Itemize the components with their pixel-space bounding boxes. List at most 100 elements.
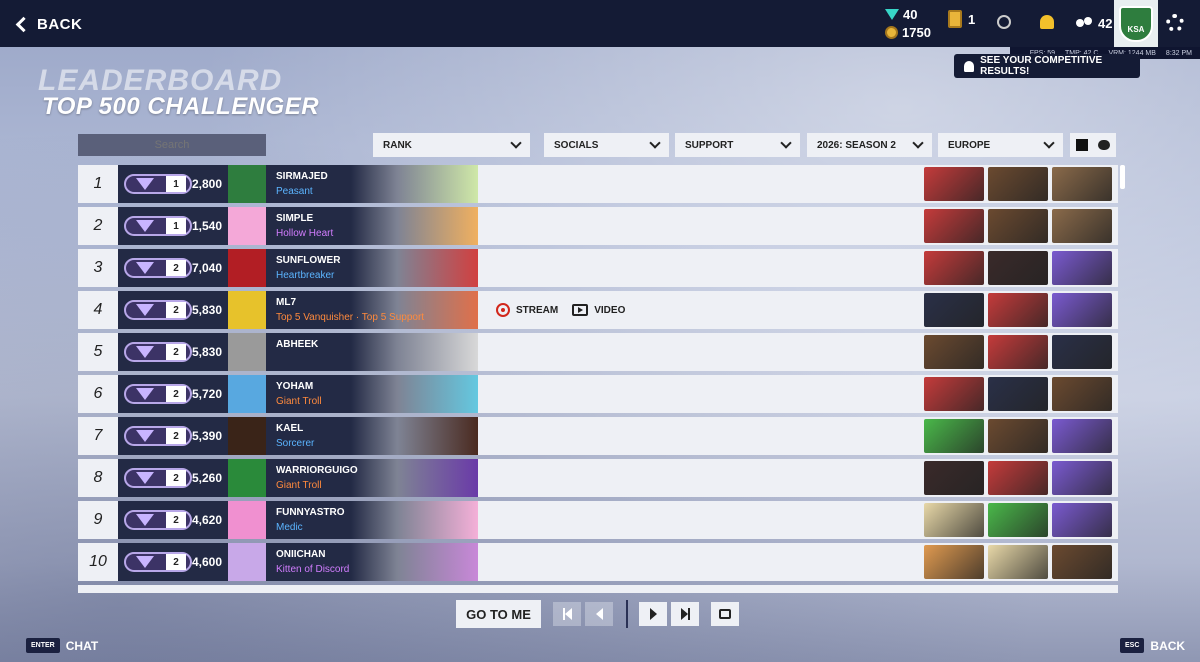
player-banner[interactable]: WARRIORGUIGO Giant Troll bbox=[266, 459, 478, 497]
skill-rating: 5,390 bbox=[191, 429, 222, 443]
coins: 1750 bbox=[885, 25, 931, 40]
chevron-down-icon bbox=[780, 137, 792, 149]
hero-portrait bbox=[924, 545, 984, 579]
table-row[interactable]: 5 2 5,830 ABHEEK bbox=[78, 333, 1118, 371]
tier-level: 2 bbox=[166, 260, 186, 276]
go-to-me-button[interactable]: GO TO ME bbox=[456, 600, 541, 628]
rank-badge: 2 bbox=[124, 384, 192, 404]
player-banner[interactable]: ONIICHAN Kitten of Discord bbox=[266, 543, 478, 581]
rank-badge: 2 bbox=[124, 510, 192, 530]
top-heroes bbox=[924, 503, 1112, 537]
page-subtitle: TOP 500 CHALLENGER bbox=[42, 93, 320, 120]
player-banner[interactable]: ML7 Top 5 Vanquisher · Top 5 Support bbox=[266, 291, 478, 329]
social-button[interactable]: 42 bbox=[1076, 16, 1112, 31]
video-label: VIDEO bbox=[594, 304, 626, 316]
rank-badge: 1 bbox=[124, 174, 192, 194]
rank-number: 4 bbox=[93, 301, 103, 318]
player-title: Sorcerer bbox=[276, 438, 315, 449]
tier-level: 2 bbox=[166, 554, 186, 570]
hero-portrait bbox=[1052, 293, 1112, 327]
back-hint[interactable]: ESC BACK bbox=[1120, 638, 1185, 653]
paw-icon bbox=[1098, 140, 1110, 150]
next-page-button[interactable] bbox=[639, 602, 667, 626]
first-page-button[interactable] bbox=[553, 602, 581, 626]
hero-portrait bbox=[988, 461, 1048, 495]
hero-portrait bbox=[924, 503, 984, 537]
region-dropdown[interactable]: EUROPE bbox=[938, 133, 1063, 157]
enter-key: ENTER bbox=[26, 638, 60, 653]
table-row[interactable]: 8 2 5,260 WARRIORGUIGO Giant Troll bbox=[78, 459, 1118, 497]
player-icon bbox=[228, 417, 266, 455]
tier-level: 1 bbox=[166, 218, 186, 234]
hero-portrait bbox=[1052, 335, 1112, 369]
player-icon bbox=[228, 543, 266, 581]
challenges-button[interactable] bbox=[997, 15, 1011, 29]
player-title: Hollow Heart bbox=[276, 228, 334, 239]
lootbox-count: 1 bbox=[968, 11, 976, 27]
player-banner[interactable]: SUNFLOWER Heartbreaker bbox=[266, 249, 478, 287]
chat-hint[interactable]: ENTER CHAT bbox=[26, 638, 98, 653]
prev-page-button[interactable] bbox=[585, 602, 613, 626]
rank-number: 2 bbox=[93, 217, 103, 234]
player-banner[interactable]: YOHAM Giant Troll bbox=[266, 375, 478, 413]
tier-level: 2 bbox=[166, 512, 186, 528]
search-input[interactable] bbox=[78, 134, 266, 156]
competitive-results-label: SEE YOUR COMPETITIVE RESULTS! bbox=[980, 55, 1103, 77]
profile-avatar[interactable]: KSA bbox=[1114, 0, 1158, 47]
top-heroes bbox=[924, 335, 1112, 369]
rank-emblem-icon bbox=[136, 346, 154, 358]
rank-number: 9 bbox=[93, 511, 103, 528]
hero-portrait bbox=[988, 293, 1048, 327]
chevron-left-icon bbox=[15, 16, 32, 32]
hero-portrait bbox=[988, 335, 1048, 369]
season-dropdown[interactable]: 2026: SEASON 2 bbox=[807, 133, 932, 157]
socials-dropdown-label: SOCIALS bbox=[554, 139, 599, 151]
chevron-down-icon bbox=[1043, 137, 1055, 149]
tier-level: 2 bbox=[166, 302, 186, 318]
square-icon bbox=[1076, 139, 1088, 151]
back-button[interactable]: BACK bbox=[14, 12, 82, 36]
notifications-button[interactable] bbox=[1040, 15, 1054, 29]
last-page-button[interactable] bbox=[671, 602, 699, 626]
stream-link[interactable]: STREAM bbox=[496, 303, 558, 317]
table-row[interactable]: 1 1 2,800 SIRMAJED Peasant bbox=[78, 165, 1118, 203]
tier-level: 2 bbox=[166, 344, 186, 360]
table-row[interactable] bbox=[78, 585, 1118, 593]
lootbox-button[interactable]: 1 bbox=[948, 10, 975, 28]
table-row[interactable]: 2 1 1,540 SIMPLE Hollow Heart bbox=[78, 207, 1118, 245]
player-banner[interactable]: FUNNYASTRO Medic bbox=[266, 501, 478, 539]
rank-number: 8 bbox=[93, 469, 103, 486]
scrollbar[interactable] bbox=[1120, 165, 1125, 189]
role-dropdown[interactable]: SUPPORT bbox=[675, 133, 800, 157]
competitive-results-button[interactable]: SEE YOUR COMPETITIVE RESULTS! bbox=[954, 54, 1140, 78]
record-icon bbox=[496, 303, 510, 317]
table-row[interactable]: 3 2 7,040 SUNFLOWER Heartbreaker bbox=[78, 249, 1118, 287]
hero-portrait bbox=[924, 377, 984, 411]
hero-portrait bbox=[1052, 545, 1112, 579]
display-toggle[interactable] bbox=[1070, 133, 1116, 157]
table-row[interactable]: 10 2 4,600 ONIICHAN Kitten of Discord bbox=[78, 543, 1118, 581]
rank-dropdown[interactable]: RANK bbox=[373, 133, 530, 157]
player-banner[interactable]: ABHEEK bbox=[266, 333, 478, 371]
table-row[interactable]: 7 2 5,390 KAEL Sorcerer bbox=[78, 417, 1118, 455]
table-row[interactable]: 6 2 5,720 YOHAM Giant Troll bbox=[78, 375, 1118, 413]
player-banner[interactable]: SIMPLE Hollow Heart bbox=[266, 207, 478, 245]
socials-dropdown[interactable]: SOCIALS bbox=[544, 133, 669, 157]
rank-badge: 2 bbox=[124, 468, 192, 488]
top-heroes bbox=[924, 167, 1112, 201]
hero-portrait bbox=[924, 167, 984, 201]
rank-badge: 2 bbox=[124, 342, 192, 362]
table-row[interactable]: 4 2 5,830 ML7 Top 5 Vanquisher · Top 5 Suppo… bbox=[78, 291, 1118, 329]
table-row[interactable]: 9 2 4,620 FUNNYASTRO Medic bbox=[78, 501, 1118, 539]
player-banner[interactable]: SIRMAJED Peasant bbox=[266, 165, 478, 203]
hero-portrait bbox=[924, 251, 984, 285]
video-link[interactable]: VIDEO bbox=[572, 303, 625, 317]
tier-cell: 2 5,720 bbox=[118, 375, 228, 413]
top-heroes bbox=[924, 293, 1112, 327]
gear-icon[interactable] bbox=[1166, 14, 1184, 32]
chevron-left-icon bbox=[595, 608, 603, 620]
refresh-button[interactable] bbox=[711, 602, 739, 626]
bell-icon bbox=[964, 60, 975, 72]
region-dropdown-label: EUROPE bbox=[948, 139, 991, 151]
player-banner[interactable]: KAEL Sorcerer bbox=[266, 417, 478, 455]
